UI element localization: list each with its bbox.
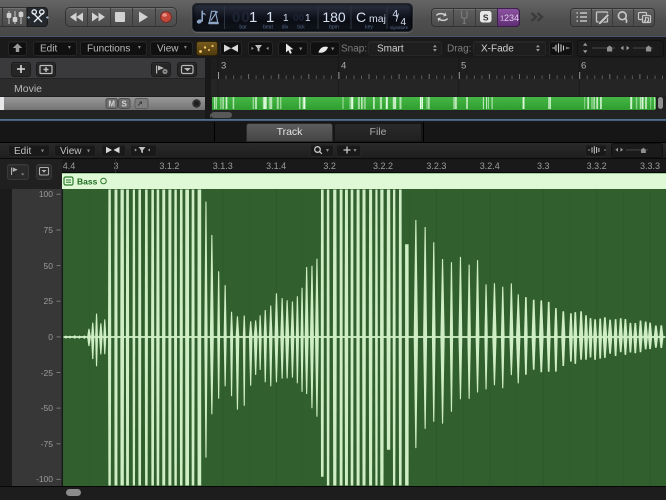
svg-text:0: 0 [48,332,53,342]
svg-text:-25: -25 [41,368,54,378]
svg-text:50: 50 [44,261,54,271]
svg-text:100: 100 [39,189,53,199]
svg-text:75: 75 [44,225,54,235]
svg-text:25: 25 [44,296,54,306]
svg-text:-75: -75 [41,439,54,449]
svg-text:-50: -50 [41,403,54,413]
svg-text:-100: -100 [36,474,53,484]
